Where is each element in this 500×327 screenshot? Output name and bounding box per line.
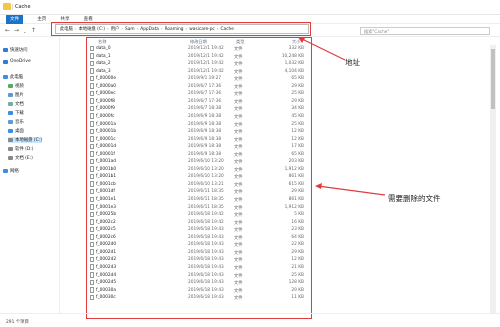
files-arrowhead (315, 183, 322, 189)
files-arrow (317, 185, 386, 196)
status-bar: 291 个项目 (0, 313, 500, 327)
address-arrow (299, 37, 346, 61)
annotation-files: 需要删除的文件 (388, 194, 441, 203)
annotation-arrows (298, 37, 386, 196)
annotation-address: 地址 (345, 58, 360, 67)
item-count: 291 个项目 (6, 320, 29, 325)
